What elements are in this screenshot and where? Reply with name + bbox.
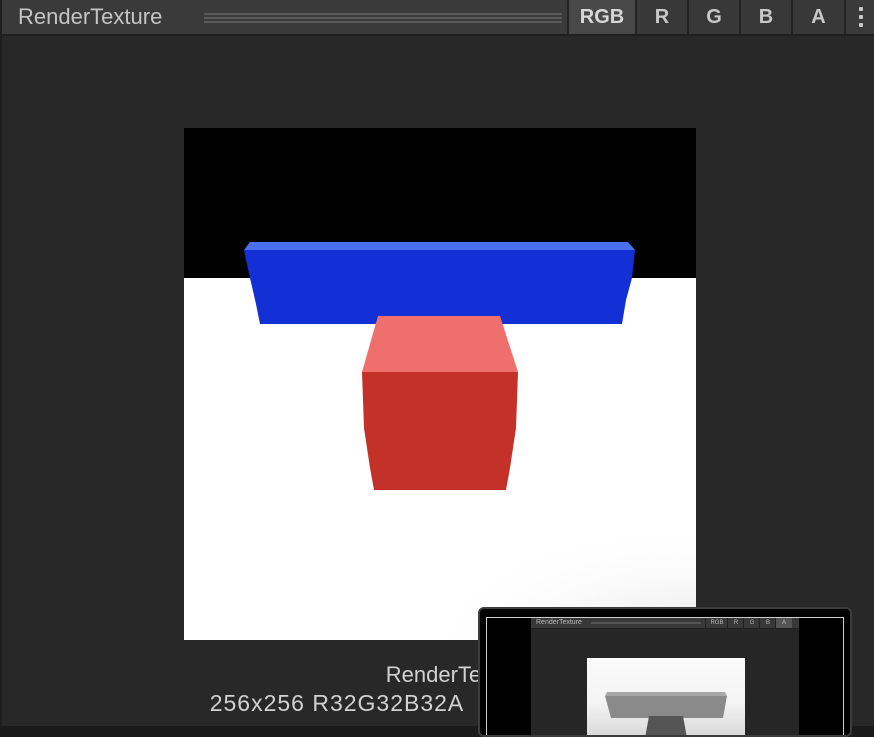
blue-block-front (244, 250, 635, 324)
thumbnail-grip (591, 622, 701, 624)
thumbnail-cube (645, 716, 687, 735)
thumbnail-bar-top (605, 692, 727, 696)
red-cube-front (362, 372, 518, 490)
thumbnail-bar-front (605, 696, 727, 718)
render-texture-window: RenderTexture RGB R G B A RenderTex 256x… (0, 0, 874, 737)
channel-b-button[interactable]: B (739, 0, 791, 34)
preview-thumbnail: RenderTexture RGB R G B A (478, 607, 852, 737)
thumbnail-channel-r: R (727, 618, 744, 628)
thumbnail-title: RenderTexture (536, 619, 582, 626)
channel-g-button[interactable]: G (687, 0, 739, 34)
thumbnail-channel-a: A (775, 618, 792, 628)
window-title: RenderTexture (18, 4, 163, 29)
texture-preview (184, 128, 696, 640)
drag-grip[interactable] (204, 13, 562, 23)
thumbnail-channel-g: G (743, 618, 760, 628)
window-header: RenderTexture RGB R G B A (2, 0, 874, 36)
thumbnail-preview (587, 658, 745, 735)
channel-a-button[interactable]: A (791, 0, 844, 34)
blue-block-top (244, 242, 635, 250)
thumbnail-channel-b: B (759, 618, 776, 628)
thumbnail-scene (587, 658, 745, 735)
thumbnail-frame: RenderTexture RGB R G B A (486, 617, 844, 735)
thumbnail-window: RenderTexture RGB R G B A (531, 618, 799, 735)
thumbnail-header: RenderTexture RGB R G B A (531, 618, 799, 629)
channel-r-button[interactable]: R (635, 0, 687, 34)
thumbnail-channel-rgb: RGB (705, 618, 728, 628)
channel-rgb-button[interactable]: RGB (567, 0, 635, 34)
kebab-menu-icon[interactable] (844, 0, 874, 34)
scene-image (184, 128, 696, 640)
red-cube-top (362, 316, 518, 372)
